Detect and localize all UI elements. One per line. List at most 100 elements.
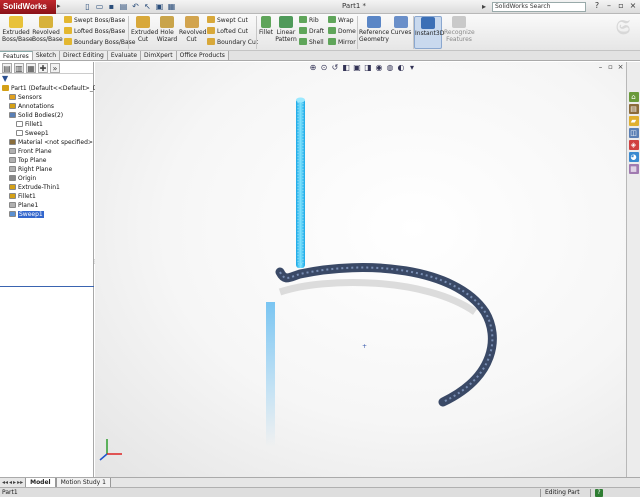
- feature-manager-icon[interactable]: ▤: [2, 63, 12, 73]
- appearances-icon[interactable]: ◕: [628, 152, 639, 162]
- instant3d-button[interactable]: Instant3D: [414, 16, 444, 49]
- filter-icon[interactable]: ▼: [0, 74, 93, 84]
- reference-geometry-button[interactable]: Reference Geometry: [359, 16, 389, 43]
- rebuild-icon[interactable]: ▣: [154, 1, 165, 12]
- highlighted-extrude-body[interactable]: [296, 98, 305, 268]
- part-icon: [2, 85, 9, 91]
- shell-button[interactable]: Shell: [299, 38, 324, 47]
- view-orientation-icon[interactable]: ▣: [352, 63, 362, 73]
- tab-motion-study-1[interactable]: Motion Study 1: [55, 477, 111, 488]
- help-icon[interactable]: ?: [595, 489, 603, 497]
- tab-dimxpert[interactable]: DimXpert: [141, 51, 177, 60]
- revolved-boss-button[interactable]: Revolved Boss/Base: [32, 16, 63, 43]
- property-manager-icon[interactable]: ▥: [14, 63, 24, 73]
- close-icon[interactable]: ×: [628, 1, 638, 11]
- lofted-cut-button[interactable]: Lofted Cut: [207, 27, 248, 36]
- boundary-cut-button[interactable]: Boundary Cut: [207, 38, 258, 47]
- previous-view-icon[interactable]: ↺: [330, 63, 340, 73]
- recognize-features-button[interactable]: Recognize Features: [444, 16, 475, 43]
- tree-item[interactable]: Origin: [0, 174, 93, 183]
- tab-model[interactable]: Model: [25, 477, 56, 488]
- custom-properties-icon[interactable]: ▦: [628, 164, 639, 174]
- tree-item[interactable]: Plane1: [0, 201, 93, 210]
- tree-item[interactable]: Material <not specified>: [0, 138, 93, 147]
- tree-item[interactable]: Fillet1: [0, 120, 93, 129]
- configuration-manager-icon[interactable]: ▦: [26, 63, 36, 73]
- tree-item[interactable]: Right Plane: [0, 165, 93, 174]
- wrap-button[interactable]: Wrap: [328, 16, 354, 25]
- file-explorer-icon[interactable]: ▰: [628, 116, 639, 126]
- open-icon[interactable]: ▭: [94, 1, 105, 12]
- linear-pattern-button[interactable]: Linear Pattern: [275, 16, 297, 43]
- hole-wizard-button[interactable]: Hole Wizard: [156, 16, 178, 43]
- expand-pane-icon[interactable]: »: [50, 63, 60, 73]
- solidworks-resources-icon[interactable]: ⌂: [628, 92, 639, 102]
- extruded-cut-button[interactable]: Extruded Cut: [131, 16, 158, 43]
- tree-item[interactable]: Front Plane: [0, 147, 93, 156]
- search-dropdown-icon[interactable]: ▸: [482, 2, 486, 11]
- section-view-icon[interactable]: ◧: [341, 63, 351, 73]
- select-icon[interactable]: ↖: [142, 1, 153, 12]
- tree-item[interactable]: Annotations: [0, 102, 93, 111]
- dome-button[interactable]: Dome: [328, 27, 356, 36]
- edit-appearance-icon[interactable]: ◍: [385, 63, 395, 73]
- save-icon[interactable]: ▪: [106, 1, 117, 12]
- draft-button[interactable]: Draft: [299, 27, 324, 36]
- tab-direct-editing[interactable]: Direct Editing: [60, 51, 108, 60]
- design-library-icon[interactable]: ▤: [628, 104, 639, 114]
- tab-office-products[interactable]: Office Products: [176, 51, 229, 60]
- view-settings-icon[interactable]: ▾: [407, 63, 417, 73]
- revolved-cut-button[interactable]: Revolved Cut: [179, 16, 207, 43]
- doc-close-icon[interactable]: ×: [616, 63, 625, 72]
- graphics-area[interactable]: + ⊕ ⊙ ↺ ◧ ▣ ◨ ◉ ◍ ◐ ▾ – ▫ ×: [95, 62, 626, 477]
- print-icon[interactable]: ▤: [118, 1, 129, 12]
- maximize-icon[interactable]: ▫: [616, 1, 626, 11]
- lofted-boss-button[interactable]: Lofted Boss/Base: [64, 27, 125, 36]
- options-icon[interactable]: ▦: [166, 1, 177, 12]
- undo-icon[interactable]: ↶: [130, 1, 141, 12]
- zoom-to-area-icon[interactable]: ⊙: [319, 63, 329, 73]
- display-style-icon[interactable]: ◨: [363, 63, 373, 73]
- swept-cut-button[interactable]: Swept Cut: [207, 16, 248, 25]
- tab-evaluate[interactable]: Evaluate: [107, 51, 142, 60]
- status-bar: Part1 Editing Part ?: [0, 487, 640, 497]
- extruded-boss-button[interactable]: Extruded Boss/Base: [2, 16, 33, 43]
- last-tab-icon[interactable]: ▸▸: [17, 479, 23, 486]
- tree-item[interactable]: Fillet1: [0, 192, 93, 201]
- tree-item[interactable]: Solid Bodies(2): [0, 111, 93, 120]
- minimize-icon[interactable]: –: [604, 1, 614, 11]
- tab-sketch[interactable]: Sketch: [32, 51, 61, 60]
- tree-item[interactable]: Sweep1: [0, 129, 93, 138]
- view-palette-icon[interactable]: ◈: [628, 140, 639, 150]
- mirror-button[interactable]: Mirror: [328, 38, 356, 47]
- prev-tab-icon[interactable]: ◂: [9, 479, 12, 486]
- swept-boss-button[interactable]: Swept Boss/Base: [64, 16, 125, 25]
- rib-button[interactable]: Rib: [299, 16, 319, 25]
- first-tab-icon[interactable]: ◂◂: [2, 479, 8, 486]
- tree-item[interactable]: Top Plane: [0, 156, 93, 165]
- search-results-icon[interactable]: ◫: [628, 128, 639, 138]
- feature-icon: [9, 157, 16, 163]
- boundary-boss-button[interactable]: Boundary Boss/Base: [64, 38, 135, 47]
- hide-show-icon[interactable]: ◉: [374, 63, 384, 73]
- solidworks-logo[interactable]: SolidWorks: [0, 0, 56, 14]
- tree-item[interactable]: Sensors: [0, 93, 93, 102]
- tree-rollback-bar[interactable]: [0, 286, 94, 287]
- help-icon[interactable]: ?: [592, 1, 602, 11]
- zoom-to-fit-icon[interactable]: ⊕: [308, 63, 318, 73]
- tree-item[interactable]: Sweep1: [0, 210, 93, 219]
- tab-features[interactable]: Features: [0, 51, 33, 60]
- new-icon[interactable]: ▯: [82, 1, 93, 12]
- apply-scene-icon[interactable]: ◐: [396, 63, 406, 73]
- tree-root-part[interactable]: Part1 (Default<<Default>_Disp: [0, 84, 106, 93]
- next-tab-icon[interactable]: ▸: [13, 479, 16, 486]
- search-input[interactable]: SolidWorks Search: [492, 2, 586, 12]
- doc-minimize-icon[interactable]: –: [596, 63, 605, 72]
- view-triad-icon[interactable]: [99, 439, 122, 461]
- doc-restore-icon[interactable]: ▫: [606, 63, 615, 72]
- menu-arrow-icon[interactable]: ▸: [57, 2, 61, 10]
- fillet-button[interactable]: Fillet: [258, 16, 274, 36]
- tree-item[interactable]: Extrude-Thin1: [0, 183, 93, 192]
- curves-button[interactable]: Curves: [390, 16, 412, 36]
- dimxpert-manager-icon[interactable]: ✚: [38, 63, 48, 73]
